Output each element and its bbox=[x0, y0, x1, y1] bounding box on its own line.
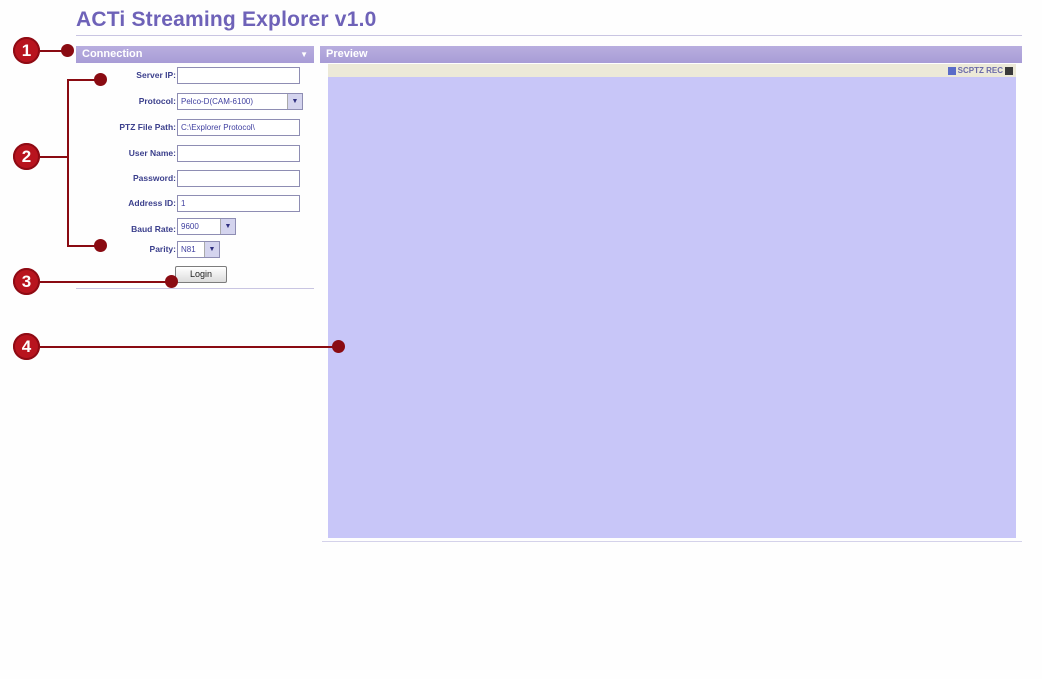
callout-2-top-dot bbox=[94, 73, 107, 86]
chevron-down-icon[interactable]: ▼ bbox=[287, 94, 302, 109]
collapse-arrow-icon[interactable]: ▼ bbox=[300, 46, 308, 63]
preview-panel-header: Preview bbox=[320, 46, 1022, 63]
preview-header-label: Preview bbox=[326, 48, 368, 60]
chevron-down-icon[interactable]: ▼ bbox=[204, 242, 219, 257]
stop-icon[interactable] bbox=[1005, 66, 1013, 75]
parity-select[interactable]: N81 ▼ bbox=[177, 241, 220, 258]
title-divider bbox=[76, 35, 1022, 36]
callout-4-leader-line bbox=[40, 346, 336, 348]
callout-2-leader-line bbox=[40, 156, 68, 158]
protocol-value: Pelco-D(CAM-6100) bbox=[181, 97, 254, 106]
baud-rate-label: Baud Rate: bbox=[131, 224, 176, 234]
user-name-input[interactable] bbox=[177, 145, 300, 162]
app-title: ACTi Streaming Explorer v1.0 bbox=[76, 8, 377, 31]
protocol-select[interactable]: Pelco-D(CAM-6100) ▼ bbox=[177, 93, 303, 110]
baud-rate-value: 9600 bbox=[181, 222, 199, 231]
preview-toolbar: SCPTZ REC bbox=[328, 64, 1016, 77]
snapshot-icon[interactable] bbox=[947, 66, 956, 75]
address-id-input[interactable]: 1 bbox=[177, 195, 300, 212]
callout-3-dot bbox=[165, 275, 178, 288]
connection-header-label: Connection bbox=[82, 48, 143, 60]
callout-4: 4 bbox=[13, 333, 40, 360]
callout-2-bracket-line bbox=[67, 79, 69, 247]
callout-2-bottom-dot bbox=[94, 239, 107, 252]
preview-divider bbox=[322, 541, 1022, 542]
callout-3-leader-line bbox=[40, 281, 170, 283]
callout-2: 2 bbox=[13, 143, 40, 170]
callout-4-dot bbox=[332, 340, 345, 353]
password-label: Password: bbox=[133, 173, 176, 183]
address-id-label: Address ID: bbox=[128, 198, 176, 208]
login-button[interactable]: Login bbox=[175, 266, 227, 283]
connection-panel-header[interactable]: Connection ▼ bbox=[76, 46, 314, 63]
callout-2-bracket-bottom bbox=[67, 245, 97, 247]
protocol-label: Protocol: bbox=[138, 96, 176, 106]
server-ip-input[interactable] bbox=[177, 67, 300, 84]
baud-rate-select[interactable]: 9600 ▼ bbox=[177, 218, 236, 235]
callout-3: 3 bbox=[13, 268, 40, 295]
preview-toolbar-controls: SCPTZ REC bbox=[947, 65, 1013, 76]
chevron-down-icon[interactable]: ▼ bbox=[220, 219, 235, 234]
password-input[interactable] bbox=[177, 170, 300, 187]
callout-2-bracket-top bbox=[67, 79, 97, 81]
user-name-label: User Name: bbox=[128, 148, 176, 158]
toolbar-controls-label[interactable]: SCPTZ REC bbox=[958, 66, 1003, 75]
form-divider bbox=[76, 288, 314, 289]
parity-value: N81 bbox=[181, 245, 196, 254]
callout-1-dot bbox=[61, 44, 74, 57]
video-preview-area[interactable] bbox=[328, 77, 1016, 538]
callout-1: 1 bbox=[13, 37, 40, 64]
ptz-file-path-label: PTZ File Path: bbox=[119, 122, 176, 132]
ptz-file-path-input[interactable]: C:\Explorer Protocol\ bbox=[177, 119, 300, 136]
